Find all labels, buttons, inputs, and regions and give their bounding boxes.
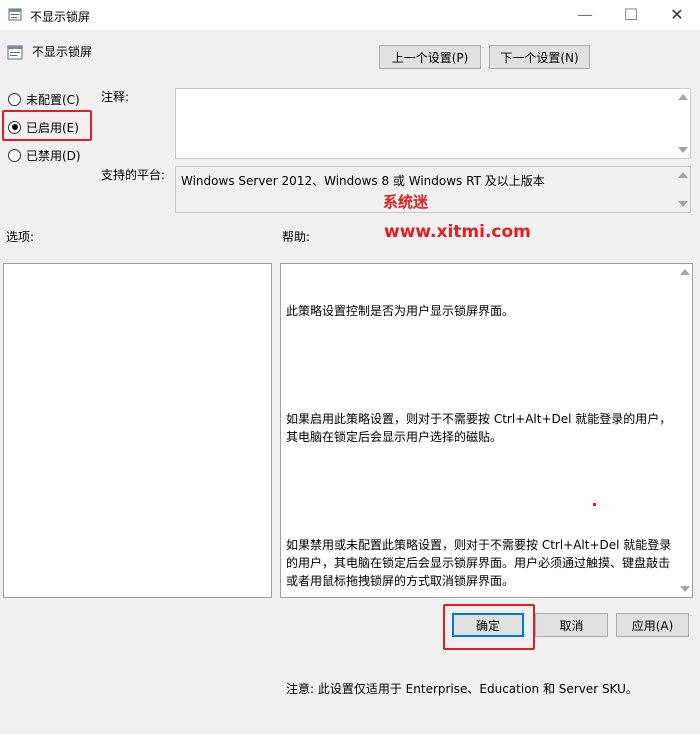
help-paragraph: 注意: 此设置仅适用于 Enterprise、Education 和 Serve… bbox=[286, 682, 638, 696]
setting-icon bbox=[7, 45, 23, 60]
title-bar: 不显示锁屏 — ☐ ✕ bbox=[0, 0, 700, 30]
help-paragraph: 如果启用此策略设置，则对于不需要按 Ctrl+Alt+Del 就能登录的用户，其… bbox=[286, 412, 672, 444]
scroll-up-icon[interactable] bbox=[678, 94, 688, 100]
radio-indicator[interactable] bbox=[8, 92, 21, 106]
help-paragraph: 如果禁用或未配置此策略设置，则对于不需要按 Ctrl+Alt+Del 就能登录的… bbox=[286, 538, 672, 588]
comment-scrollbar[interactable] bbox=[674, 89, 690, 158]
scroll-down-icon[interactable] bbox=[678, 147, 688, 153]
red-dot bbox=[593, 503, 596, 506]
radio-disabled[interactable]: 已禁用(D) bbox=[8, 146, 81, 164]
help-scrollbar[interactable] bbox=[676, 264, 692, 597]
radio-indicator[interactable] bbox=[8, 148, 21, 162]
apply-button[interactable]: 应用(A) bbox=[616, 613, 689, 637]
prev-setting-button[interactable]: 上一个设置(P) bbox=[379, 45, 481, 69]
watermark-url: www.xitmi.com bbox=[384, 222, 531, 242]
scroll-down-icon[interactable] bbox=[678, 201, 688, 207]
comment-input[interactable] bbox=[175, 88, 691, 159]
radio-not-configured[interactable]: 未配置(C) bbox=[8, 90, 80, 108]
help-paragraph: 此策略设置控制是否为用户显示锁屏界面。 bbox=[286, 304, 515, 318]
scroll-down-icon[interactable] bbox=[680, 586, 690, 592]
radio-indicator-selected[interactable] bbox=[8, 120, 21, 134]
platform-label: 支持的平台: bbox=[101, 168, 166, 182]
comment-label: 注释: bbox=[101, 90, 130, 104]
ok-button[interactable]: 确定 bbox=[452, 613, 524, 637]
next-setting-button[interactable]: 下一个设置(N) bbox=[489, 45, 590, 69]
maximize-icon[interactable]: ☐ bbox=[608, 0, 654, 30]
platform-scrollbar[interactable] bbox=[674, 167, 690, 212]
minimize-icon[interactable]: — bbox=[562, 0, 608, 30]
radio-label: 已启用(E) bbox=[26, 120, 79, 135]
radio-label: 未配置(C) bbox=[26, 92, 80, 107]
options-label: 选项: bbox=[6, 230, 35, 244]
options-pane bbox=[3, 263, 272, 598]
radio-enabled[interactable]: 已启用(E) bbox=[8, 118, 79, 136]
watermark-brand: 系统迷 bbox=[383, 193, 429, 211]
cancel-button[interactable]: 取消 bbox=[535, 613, 608, 637]
close-icon[interactable]: ✕ bbox=[654, 0, 700, 30]
window-title: 不显示锁屏 bbox=[30, 10, 91, 24]
platform-value: Windows Server 2012、Windows 8 或 Windows … bbox=[181, 174, 545, 188]
platform-field: Windows Server 2012、Windows 8 或 Windows … bbox=[175, 166, 691, 213]
scroll-up-icon[interactable] bbox=[680, 269, 690, 275]
help-text: 此策略设置控制是否为用户显示锁屏界面。 如果启用此策略设置，则对于不需要按 Ct… bbox=[286, 266, 672, 734]
policy-icon bbox=[8, 8, 22, 21]
help-label: 帮助: bbox=[282, 230, 311, 244]
scroll-up-icon[interactable] bbox=[678, 172, 688, 178]
setting-name: 不显示锁屏 bbox=[32, 45, 93, 59]
radio-label: 已禁用(D) bbox=[26, 148, 81, 163]
help-pane[interactable]: 此策略设置控制是否为用户显示锁屏界面。 如果启用此策略设置，则对于不需要按 Ct… bbox=[280, 263, 693, 696]
